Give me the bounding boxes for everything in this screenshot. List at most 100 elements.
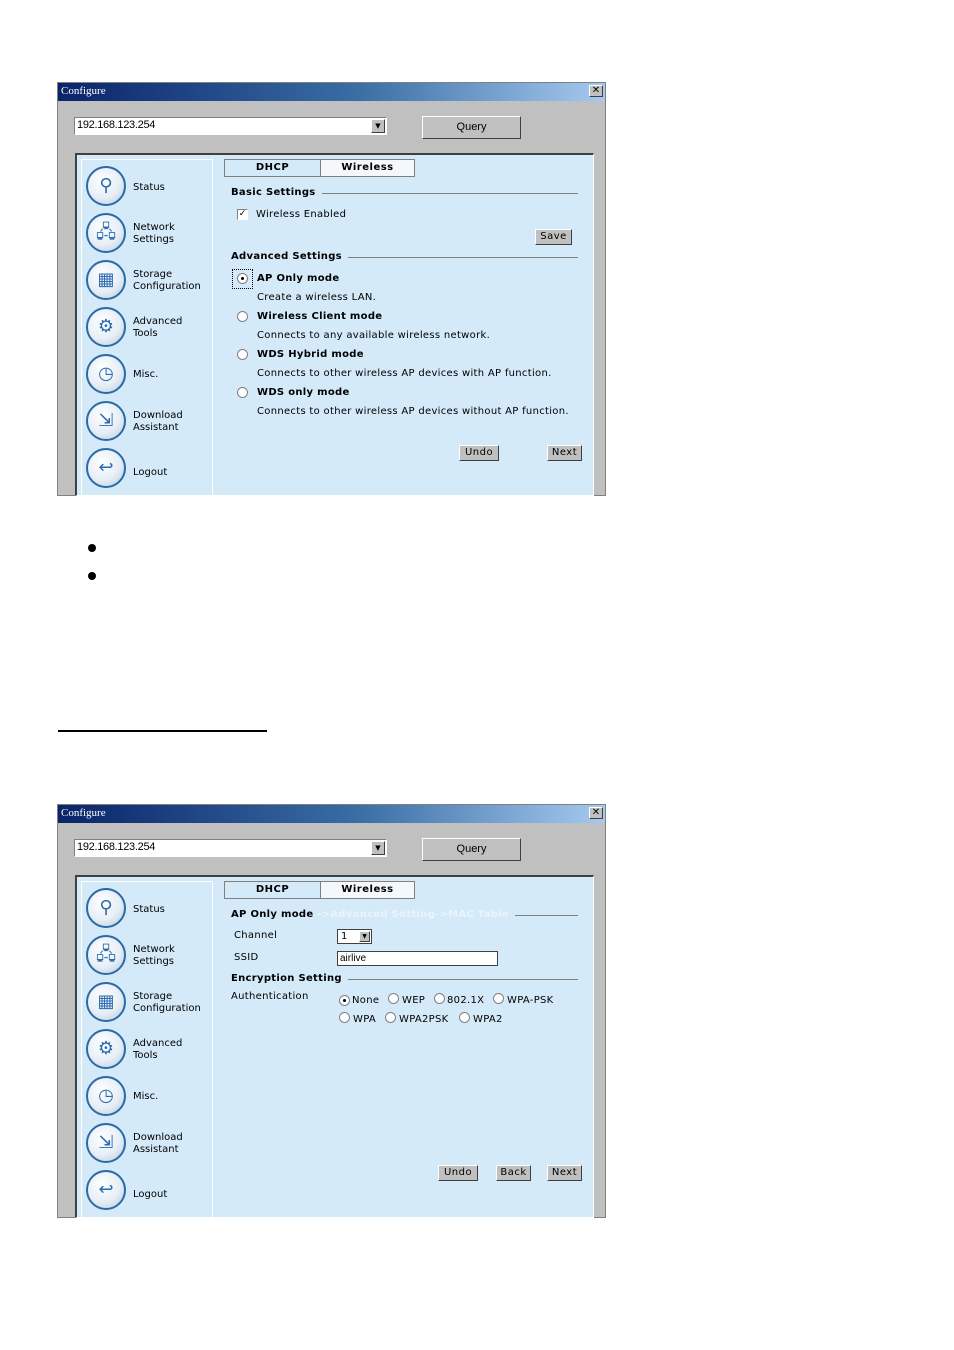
sidebar-item-label: Misc. — [133, 1091, 159, 1102]
clock-icon: ◷ — [86, 1076, 126, 1116]
tab-dhcp[interactable]: DHCP — [225, 882, 321, 898]
section-heading: Basic Settings — [231, 187, 322, 198]
sidebar-item-download-assistant[interactable]: ⇲ Download Assistant — [86, 401, 214, 447]
sidebar-item-label: Misc. — [133, 369, 159, 380]
ssid-label: SSID — [234, 952, 259, 963]
sidebar-item-download-assistant[interactable]: ⇲ Download Assistant — [86, 1123, 214, 1169]
radio-auth-8021x[interactable] — [434, 993, 445, 1004]
save-button[interactable]: Save — [535, 229, 572, 245]
sidebar-item-status[interactable]: ⚲ Status — [86, 166, 214, 212]
section-heading: Encryption Setting — [231, 973, 348, 984]
ssid-input[interactable]: airlive — [337, 951, 498, 966]
section-heading: Advanced Settings — [231, 251, 348, 262]
sidebar-item-label: Status — [133, 904, 165, 915]
tab-strip: DHCP Wireless — [224, 159, 415, 177]
storage-grid-icon: ▦ — [86, 982, 126, 1022]
auth-option-label: WPA — [353, 1014, 377, 1025]
sidebar-item-label: Status — [133, 182, 165, 193]
bullet-point — [88, 572, 96, 580]
sidebar-item-network-settings[interactable]: 🖧 Network Settings — [86, 935, 214, 981]
mode-desc-ap-only: Create a wireless LAN. — [257, 292, 377, 303]
sidebar-item-storage-configuration[interactable]: ▦ Storage Configuration — [86, 982, 214, 1028]
channel-label: Channel — [234, 930, 278, 941]
logout-arrow-icon: ↩ — [86, 448, 126, 488]
heading-underline — [58, 730, 267, 732]
advanced-settings-header: Advanced Settings — [231, 251, 578, 263]
undo-button[interactable]: Undo — [438, 1165, 478, 1181]
sidebar-item-label: Network Settings — [133, 222, 175, 245]
title-bar: Configure ✕ — [58, 83, 605, 101]
mode-label-wds-only: WDS only mode — [257, 387, 350, 398]
logout-arrow-icon: ↩ — [86, 1170, 126, 1210]
dropdown-arrow-button[interactable]: ▼ — [371, 841, 385, 855]
ap-only-mode-header: AP Only mode ->Advanced Setting->MAC Tab… — [231, 909, 578, 921]
address-combobox[interactable]: 192.168.123.254 ▼ — [74, 839, 387, 857]
close-button[interactable]: ✕ — [589, 85, 603, 97]
sidebar-item-status[interactable]: ⚲ Status — [86, 888, 214, 934]
radio-auth-wpa2psk[interactable] — [385, 1012, 396, 1023]
close-button[interactable]: ✕ — [589, 807, 603, 819]
channel-select[interactable]: 1 ▼ — [337, 929, 372, 944]
wireless-enabled-checkbox[interactable]: ✓ — [237, 209, 248, 220]
mode-label-wireless-client: Wireless Client mode — [257, 311, 383, 322]
sidebar-item-logout[interactable]: ↩ Logout — [86, 448, 214, 494]
address-value: 192.168.123.254 — [77, 841, 156, 853]
wireless-enabled-label: Wireless Enabled — [256, 209, 347, 220]
sidebar-item-misc[interactable]: ◷ Misc. — [86, 1076, 214, 1122]
sidebar-item-advanced-tools[interactable]: ⚙ Advanced Tools — [86, 1029, 214, 1075]
sidebar: ⚲ Status 🖧 Network Settings ▦ Storage Co… — [81, 159, 214, 495]
tab-strip: DHCP Wireless — [224, 881, 415, 899]
radio-auth-wpa-psk[interactable] — [493, 993, 504, 1004]
chevron-down-icon: ▼ — [375, 122, 381, 130]
address-value: 192.168.123.254 — [77, 119, 156, 131]
download-icon: ⇲ — [86, 401, 126, 441]
gears-icon: ⚙ — [86, 307, 126, 347]
gears-icon: ⚙ — [86, 1029, 126, 1069]
auth-option-label: WPA-PSK — [507, 995, 554, 1006]
undo-button[interactable]: Undo — [459, 445, 499, 461]
section-heading: AP Only mode ->Advanced Setting->MAC Tab… — [231, 909, 516, 920]
authentication-label: Authentication — [231, 991, 309, 1002]
query-button[interactable]: Query — [422, 838, 521, 861]
window-title: Configure — [61, 85, 106, 97]
encryption-setting-header: Encryption Setting — [231, 973, 578, 985]
window-title: Configure — [61, 807, 106, 819]
radio-wireless-client-mode[interactable] — [237, 311, 248, 322]
next-button[interactable]: Next — [547, 445, 582, 461]
auth-option-label: 802.1X — [447, 995, 485, 1006]
breadcrumb-link[interactable]: ->Advanced Setting->MAC Table — [313, 909, 509, 920]
radio-auth-wpa[interactable] — [339, 1012, 350, 1023]
radio-auth-wpa2[interactable] — [459, 1012, 470, 1023]
radio-auth-wep[interactable] — [388, 993, 399, 1004]
radio-wds-hybrid-mode[interactable] — [237, 349, 248, 360]
config-panel: ⚲ Status 🖧 Network Settings ▦ Storage Co… — [75, 153, 594, 496]
query-button[interactable]: Query — [422, 116, 521, 139]
section-title: AP Only mode — [231, 909, 314, 920]
close-icon: ✕ — [591, 85, 601, 96]
tab-wireless[interactable]: Wireless — [321, 160, 414, 176]
network-icon: 🖧 — [86, 213, 126, 253]
sidebar-item-storage-configuration[interactable]: ▦ Storage Configuration — [86, 260, 214, 306]
magnifier-icon: ⚲ — [86, 166, 126, 206]
sidebar-item-advanced-tools[interactable]: ⚙ Advanced Tools — [86, 307, 214, 353]
back-button[interactable]: Back — [496, 1165, 531, 1181]
next-button[interactable]: Next — [547, 1165, 582, 1181]
sidebar-item-misc[interactable]: ◷ Misc. — [86, 354, 214, 400]
download-icon: ⇲ — [86, 1123, 126, 1163]
radio-wds-only-mode[interactable] — [237, 387, 248, 398]
sidebar-item-label: Logout — [133, 1189, 168, 1200]
radio-auth-none[interactable] — [339, 995, 350, 1006]
title-bar: Configure ✕ — [58, 805, 605, 823]
sidebar-item-logout[interactable]: ↩ Logout — [86, 1170, 214, 1216]
clock-icon: ◷ — [86, 354, 126, 394]
tab-dhcp[interactable]: DHCP — [225, 160, 321, 176]
sidebar-item-label: Advanced Tools — [133, 1038, 183, 1061]
tab-wireless[interactable]: Wireless — [321, 882, 414, 898]
sidebar-item-label: Logout — [133, 467, 168, 478]
radio-ap-only-mode[interactable] — [237, 273, 248, 284]
sidebar-item-network-settings[interactable]: 🖧 Network Settings — [86, 213, 214, 259]
mode-label-ap-only: AP Only mode — [257, 273, 340, 284]
config-panel: ⚲ Status 🖧 Network Settings ▦ Storage Co… — [75, 875, 594, 1218]
address-combobox[interactable]: 192.168.123.254 ▼ — [74, 117, 387, 135]
dropdown-arrow-button[interactable]: ▼ — [371, 119, 385, 133]
